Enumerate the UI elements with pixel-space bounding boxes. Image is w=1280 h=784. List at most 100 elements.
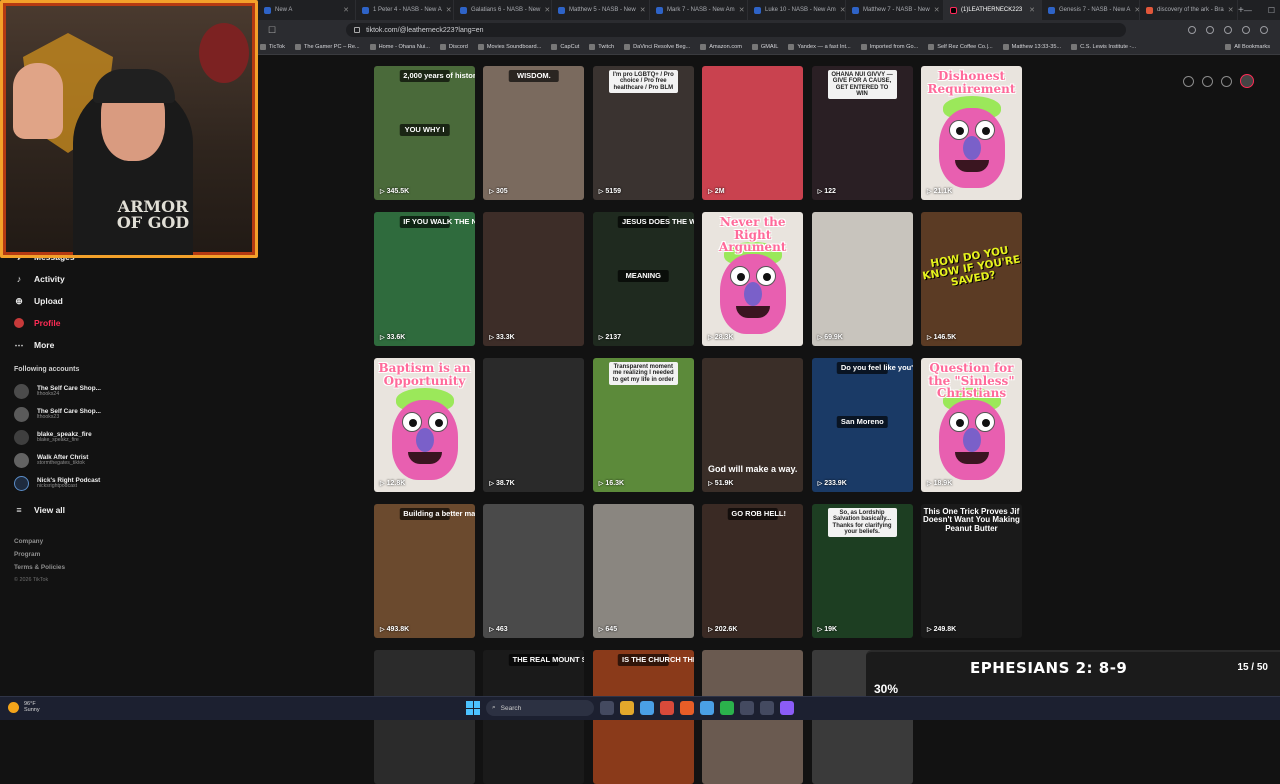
browser-tab[interactable]: (1)LEATHERNECK223 ✕ [944, 0, 1042, 20]
extension-icon[interactable] [1188, 26, 1196, 34]
bookmark-item[interactable]: Imported from Go... [860, 44, 918, 50]
sidebar-item-upload[interactable]: ⊕ Upload [0, 290, 150, 312]
spotify-icon[interactable] [720, 701, 734, 715]
user-avatar[interactable] [1240, 74, 1254, 88]
following-account[interactable]: The Self Care Shop... lthooks24 [0, 380, 150, 403]
bookmark-item[interactable]: Twitch [589, 44, 614, 50]
video-tile[interactable]: 33.3K [483, 212, 585, 346]
site-info-icon[interactable] [354, 27, 361, 33]
phone-icon[interactable] [1202, 75, 1213, 87]
bookmark-item[interactable]: Self Rez Coffee Co.|... [928, 44, 993, 50]
music-icon[interactable] [1206, 26, 1214, 34]
tab-close-icon[interactable]: ✕ [343, 6, 349, 14]
video-tile[interactable]: This One Trick Proves Jif Doesn't Want Y… [920, 504, 1022, 638]
browser-tab[interactable]: Genesis 7 - NASB - New A ✕ [1042, 0, 1140, 20]
bookmark-item[interactable]: TicTok [260, 44, 285, 50]
omnibox[interactable]: tiktok.com/@leatherneck223?lang=en [346, 23, 1127, 37]
tab-close-icon[interactable]: ✕ [840, 6, 845, 14]
sidebar-item-more[interactable]: ⋯ More [0, 334, 150, 356]
video-tile[interactable]: So, as Lordship Salvation basically... T… [811, 504, 913, 638]
video-tile[interactable]: 2M [702, 66, 804, 200]
maximize-button[interactable]: ☐ [1268, 6, 1275, 15]
tab-close-icon[interactable]: ✕ [934, 6, 940, 14]
following-account[interactable]: blake_speakz_fire blake_speakz_fire [0, 426, 150, 449]
following-account[interactable]: The Self Care Shop... lthooks23 [0, 403, 150, 426]
app-icon[interactable] [680, 701, 694, 715]
bookmark-item[interactable]: Movies Soundboard... [477, 44, 541, 50]
following-account[interactable]: Nick's Right Podcast nicksrightpodcast [0, 472, 150, 495]
video-tile[interactable]: Dishonest Requirement 21.1K [920, 66, 1022, 200]
discord-icon[interactable] [700, 701, 714, 715]
video-tile[interactable]: 463 [483, 504, 585, 638]
sidebar-item-activity[interactable]: ♪ Activity [0, 268, 150, 290]
obs-icon[interactable] [740, 701, 754, 715]
windows-start-icon[interactable] [466, 701, 480, 715]
weather-widget[interactable]: 96°F Sunny [8, 701, 40, 713]
video-tile[interactable]: Question for the "Sinless" Christians 18.… [920, 358, 1022, 492]
video-tile[interactable]: HOW DO YOU KNOW IF YOU'RE SAVED? 146.5K [920, 212, 1022, 346]
video-tile[interactable]: GO ROB HELL! 202.6K [702, 504, 804, 638]
bookmark-star-icon[interactable]: ☐ [268, 25, 276, 36]
minimize-button[interactable]: — [1244, 6, 1252, 15]
tab-close-icon[interactable]: ✕ [1029, 6, 1035, 14]
browser-tab[interactable]: Matthew 7 - NASB - New ✕ [846, 0, 944, 20]
footer-company[interactable]: Company [14, 535, 150, 548]
download-icon[interactable] [1224, 26, 1232, 34]
tab-close-icon[interactable]: ✕ [640, 6, 646, 14]
video-tile[interactable]: 69.9K [811, 212, 913, 346]
video-tile[interactable]: Do you feel like you're in Deep Sh*t? San… [811, 358, 913, 492]
chrome-icon[interactable] [640, 701, 654, 715]
browser-tab[interactable]: Mark 7 - NASB - New Am ✕ [650, 0, 748, 20]
video-tile[interactable]: 645 [592, 504, 694, 638]
settings-icon[interactable] [1183, 75, 1194, 87]
video-tile[interactable]: WISDOM. 305 [483, 66, 585, 200]
bookmark-item[interactable]: C.S. Lewis Institute -... [1071, 44, 1136, 50]
footer-program[interactable]: Program [14, 548, 150, 561]
bookmark-item[interactable]: DaVinci Resolve Beg... [624, 44, 690, 50]
video-tile[interactable]: IF YOU WALK THE NEXT 3 BATTERS... JESUS … [374, 212, 475, 346]
davinci-icon[interactable] [760, 701, 774, 715]
bookmark-item[interactable]: CapCut [551, 44, 579, 50]
browser-tab[interactable]: 1 Peter 4 - NASB - New A ✕ [356, 0, 454, 20]
app-grid-icon[interactable] [780, 701, 794, 715]
tab-close-icon[interactable]: ✕ [739, 6, 745, 14]
video-tile[interactable]: OHANA NUI GIVVY — GIVE FOR A CAUSE, GET … [811, 66, 913, 200]
bookmark-item[interactable]: Matthew 13:33-35... [1002, 44, 1061, 50]
tab-close-icon[interactable]: ✕ [1228, 6, 1234, 14]
browser-tab[interactable]: New A ✕ [258, 0, 356, 20]
taskbar-search[interactable]: ⌕ Search [486, 700, 594, 716]
bookmark-item[interactable]: Yandex — a fast Int... [788, 44, 851, 50]
bookmark-item[interactable]: Home - Ohana Nui... [369, 44, 430, 50]
bookmark-item[interactable]: Discord [439, 44, 468, 50]
file-explorer-icon[interactable] [620, 701, 634, 715]
video-tile[interactable]: Transparent moment me realizing I needed… [592, 358, 694, 492]
browser-tab[interactable]: Galatians 6 - NASB - New ✕ [454, 0, 552, 20]
task-view-icon[interactable] [600, 701, 614, 715]
all-bookmarks-button[interactable]: All Bookmarks [1225, 44, 1280, 50]
bookmark-item[interactable]: The Gamer PC – Re... [294, 44, 360, 50]
view-all-button[interactable]: ≡ View all [0, 499, 150, 521]
following-account[interactable]: Walk After Christ stormthegates_tiktok [0, 449, 150, 472]
footer-terms[interactable]: Terms & Policies [14, 561, 150, 574]
video-caption: HOW DO YOU KNOW IF YOU'RE SAVED? [921, 244, 1022, 289]
bookmark-item[interactable]: Amazon.com [700, 44, 742, 50]
tab-close-icon[interactable]: ✕ [544, 6, 550, 14]
menu-icon[interactable] [1260, 26, 1268, 34]
bookmark-item[interactable]: GMAIL [751, 44, 778, 50]
browser-tab[interactable]: discovery of the ark - Bra ✕ [1140, 0, 1238, 20]
video-tile[interactable]: Building a better man 493.8K [374, 504, 475, 638]
video-tile[interactable]: Baptism is an Opportunity 12.8K [374, 358, 475, 492]
video-tile[interactable]: 38.7K [483, 358, 585, 492]
browser-tab[interactable]: Matthew 5 - NASB - New ✕ [552, 0, 650, 20]
shield-icon[interactable] [1242, 26, 1250, 34]
video-tile[interactable]: Never the Right Argument 28.3K [702, 212, 804, 346]
video-tile[interactable]: JESUS DOES THE WORK IN YOU MEANING 2137 [592, 212, 694, 346]
browser-tab[interactable]: Luke 10 - NASB - New Am ✕ [748, 0, 846, 20]
video-tile[interactable]: God will make a way. 51.9K [702, 358, 804, 492]
video-tile[interactable]: 2,000 years of history has never been ab… [374, 66, 475, 200]
sidebar-item-profile[interactable]: Profile [0, 312, 150, 334]
video-tile[interactable]: I'm pro LGBTQ+ / Pro choice / Pro free h… [592, 66, 694, 200]
tab-close-icon[interactable]: ✕ [446, 6, 452, 14]
brave-icon[interactable] [660, 701, 674, 715]
download-app-icon[interactable] [1221, 75, 1232, 87]
